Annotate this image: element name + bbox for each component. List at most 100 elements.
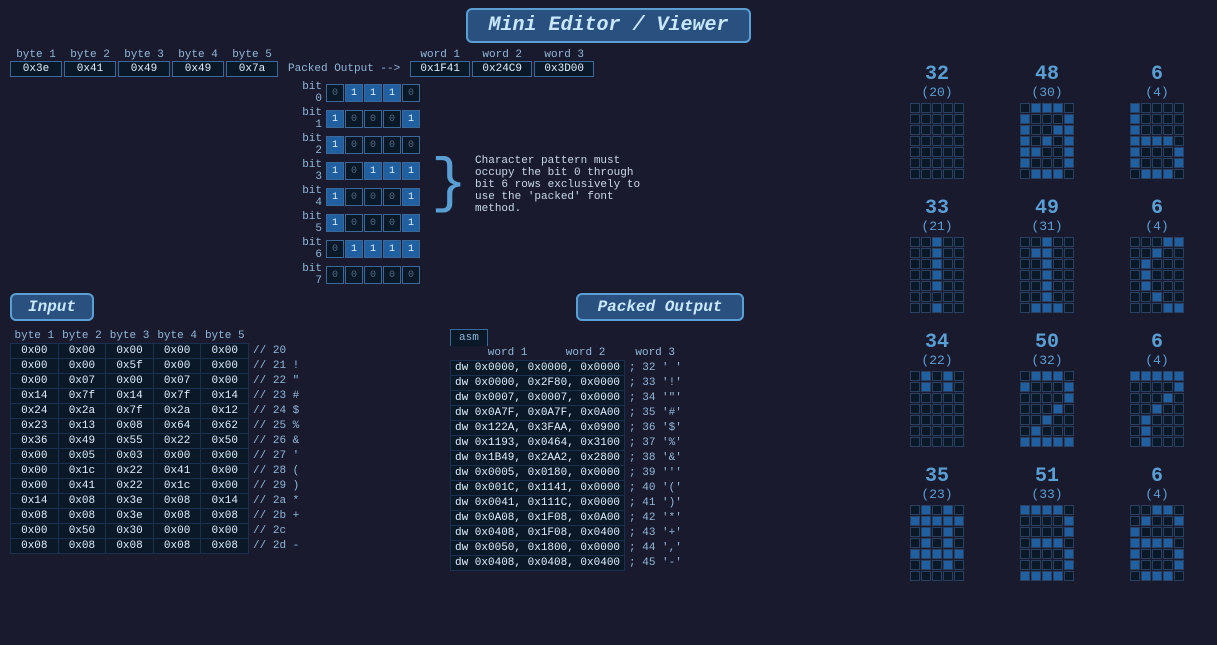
cg-cell-1-3-1-3 — [1053, 516, 1063, 526]
cg-cell-1-1-1-3 — [1053, 248, 1063, 258]
cg-cell-1-2-5-1 — [1031, 426, 1041, 436]
cg-cell-2-3-5-0 — [1130, 560, 1140, 570]
packed-cell-0-0: dw 0x0000, 0x0000, 0x0000 — [451, 361, 625, 376]
cg-cell-0-0-3-4 — [954, 136, 964, 146]
cg-cell-2-0-5-1 — [1141, 158, 1151, 168]
bit-cell-4-1: 0 — [345, 188, 363, 206]
cg-cell-1-3-0-2 — [1042, 505, 1052, 515]
cg-cell-0-1-6-0 — [910, 303, 920, 313]
table-row: dw 0x0A08, 0x1F08, 0x0A00; 42 '*' — [451, 511, 699, 526]
cg-cell-1-0-5-2 — [1042, 158, 1052, 168]
cg-cell-2-1-1-4 — [1174, 248, 1184, 258]
cg-cell-1-1-6-1 — [1031, 303, 1041, 313]
bit-cell-3-1: 0 — [345, 162, 363, 180]
cg-cell-0-3-1-0 — [910, 516, 920, 526]
cg-cell-2-2-5-0 — [1130, 426, 1140, 436]
cg-cell-0-3-3-4 — [954, 538, 964, 548]
cg-cell-0-0-3-2 — [932, 136, 942, 146]
bit-cell-1-1: 0 — [345, 110, 363, 128]
bit-grid: bit 001110bit 110001bit 210000bit 310111… — [290, 81, 421, 289]
cg-cell-2-1-0-0 — [1130, 237, 1140, 247]
cg-cell-1-2-4-4 — [1064, 415, 1074, 425]
cg-cell-0-0-2-2 — [932, 125, 942, 135]
cg-cell-1-3-5-0 — [1020, 560, 1030, 570]
cg-cell-0-2-4-4 — [954, 415, 964, 425]
char-block-2-3: 6(4) — [1102, 467, 1212, 581]
char-col-1: 48(30)49(31)50(32)51(33) — [992, 65, 1102, 645]
cg-cell-0-0-5-0 — [910, 158, 920, 168]
cg-cell-2-1-4-0 — [1130, 281, 1140, 291]
cg-cell-0-3-5-2 — [932, 560, 942, 570]
cg-cell-1-2-2-2 — [1042, 393, 1052, 403]
packed-cell-3-1: ; 35 '#' — [625, 406, 687, 421]
cg-cell-2-0-4-0 — [1130, 147, 1140, 157]
cg-cell-2-3-0-3 — [1163, 505, 1173, 515]
input-cell-2-3: 0x07 — [153, 374, 201, 389]
cg-cell-0-0-4-4 — [954, 147, 964, 157]
cg-cell-2-2-0-1 — [1141, 371, 1151, 381]
cg-cell-1-2-1-0 — [1020, 382, 1030, 392]
cg-cell-0-2-1-0 — [910, 382, 920, 392]
cg-cell-2-2-4-0 — [1130, 415, 1140, 425]
cg-cell-1-2-3-3 — [1053, 404, 1063, 414]
cg-cell-2-0-5-3 — [1163, 158, 1173, 168]
char-grid-0-3 — [910, 505, 964, 581]
table-row: 0x360x490x550x220x50// 26 & — [11, 434, 304, 449]
input-cell-11-5: // 2b + — [249, 509, 304, 524]
cg-cell-2-1-6-2 — [1152, 303, 1162, 313]
packed-cell-2-1: ; 34 '"' — [625, 391, 687, 406]
char-grid-1-2 — [1020, 371, 1074, 447]
asm-tab[interactable]: asm — [450, 329, 488, 346]
table-row: dw 0x0408, 0x0408, 0x0400; 45 '-' — [451, 556, 699, 571]
cg-cell-0-1-0-4 — [954, 237, 964, 247]
packed-badge: Packed Output — [576, 293, 745, 321]
cg-cell-0-2-0-3 — [943, 371, 953, 381]
table-row: 0x000x000x000x000x00// 20 — [11, 344, 304, 359]
input-cell-12-5: // 2c — [249, 524, 304, 539]
cg-cell-2-2-4-1 — [1141, 415, 1151, 425]
cg-cell-0-3-1-4 — [954, 516, 964, 526]
packed-cell-0-1: ; 32 ' ' — [625, 361, 687, 376]
cg-cell-1-0-4-4 — [1064, 147, 1074, 157]
cg-cell-0-2-4-1 — [921, 415, 931, 425]
cg-cell-0-2-5-0 — [910, 426, 920, 436]
cg-cell-2-2-6-4 — [1174, 437, 1184, 447]
char-block-2-1: 6(4) — [1102, 199, 1212, 313]
cg-cell-0-1-3-4 — [954, 270, 964, 280]
cg-cell-2-1-0-3 — [1163, 237, 1173, 247]
cg-cell-1-2-5-0 — [1020, 426, 1030, 436]
input-col-header-0: byte 1 — [11, 329, 59, 344]
char-sub-1-1: (31) — [1031, 219, 1062, 234]
cg-cell-0-2-5-4 — [954, 426, 964, 436]
cg-cell-2-2-1-2 — [1152, 382, 1162, 392]
char-grid-1-0 — [1020, 103, 1074, 179]
input-cell-8-2: 0x22 — [106, 464, 154, 479]
cg-cell-2-3-6-0 — [1130, 571, 1140, 581]
bit-row-0: bit 001110 — [290, 81, 421, 105]
bit-cell-6-4: 1 — [402, 240, 420, 258]
cg-cell-1-1-2-1 — [1031, 259, 1041, 269]
cg-cell-1-2-2-0 — [1020, 393, 1030, 403]
packed-cell-1-0: dw 0x0000, 0x2F80, 0x0000 — [451, 376, 625, 391]
input-cell-6-2: 0x55 — [106, 434, 154, 449]
cg-cell-0-3-6-3 — [943, 571, 953, 581]
cg-cell-0-3-0-2 — [932, 505, 942, 515]
cg-cell-0-1-2-2 — [932, 259, 942, 269]
cg-cell-2-3-1-1 — [1141, 516, 1151, 526]
cg-cell-1-2-6-0 — [1020, 437, 1030, 447]
cg-cell-1-1-5-1 — [1031, 292, 1041, 302]
input-cell-1-0: 0x00 — [11, 359, 59, 374]
cg-cell-2-2-1-1 — [1141, 382, 1151, 392]
table-row: 0x140x080x3e0x080x14// 2a * — [11, 494, 304, 509]
cg-cell-2-3-6-1 — [1141, 571, 1151, 581]
packed-cell-12-0: dw 0x0050, 0x1800, 0x0000 — [451, 541, 625, 556]
input-cell-13-1: 0x08 — [58, 539, 106, 554]
input-col-header-5 — [249, 329, 304, 344]
input-cell-9-4: 0x00 — [201, 479, 249, 494]
table-row: 0x230x130x080x640x62// 25 % — [11, 419, 304, 434]
cg-cell-0-1-2-4 — [954, 259, 964, 269]
char-grid-2-2 — [1130, 371, 1184, 447]
cg-cell-1-0-1-1 — [1031, 114, 1041, 124]
bit-row-label-5: bit 5 — [290, 211, 326, 235]
input-cell-10-0: 0x14 — [11, 494, 59, 509]
